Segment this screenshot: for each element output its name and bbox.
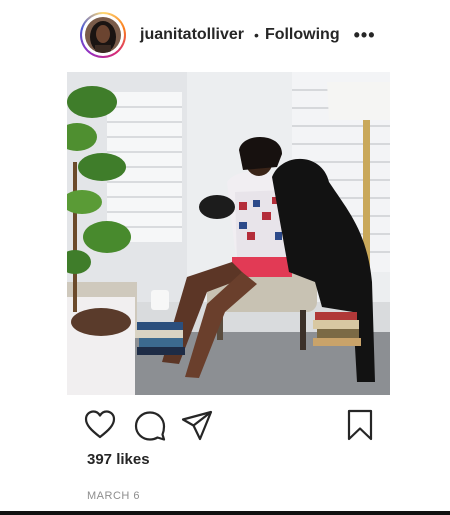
bookmark-icon [347, 409, 373, 441]
post-photo[interactable] [67, 72, 390, 395]
more-options-icon[interactable]: ••• [354, 26, 376, 44]
share-icon [181, 410, 213, 441]
post-photo-illustration [67, 72, 390, 395]
comment-icon [134, 411, 166, 441]
avatar-gap [82, 14, 124, 56]
username-link[interactable]: juanitatolliver [140, 26, 244, 44]
heart-icon [84, 410, 116, 439]
save-button[interactable] [343, 408, 377, 442]
avatar-image [85, 17, 121, 53]
share-button[interactable] [180, 408, 214, 442]
comment-button[interactable] [133, 408, 167, 442]
instagram-post: juanitatolliver • Following ••• 397 like… [0, 0, 450, 515]
avatar[interactable] [80, 12, 126, 58]
action-bar [67, 404, 390, 446]
post-header: juanitatolliver • Following ••• [80, 12, 380, 58]
following-button[interactable]: Following [265, 26, 340, 44]
bottom-divider [0, 511, 450, 515]
like-button[interactable] [83, 408, 117, 442]
separator-dot: • [254, 27, 259, 43]
like-count[interactable]: 397 likes [87, 451, 150, 468]
post-date[interactable]: MARCH 6 [87, 490, 140, 502]
